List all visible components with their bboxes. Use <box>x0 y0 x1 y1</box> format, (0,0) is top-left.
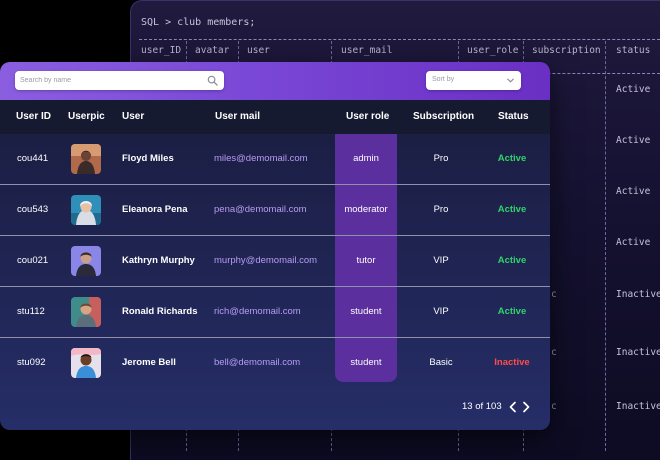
sql-status-value: Active <box>616 186 651 197</box>
sql-status-value: Inactive <box>616 289 660 300</box>
cell-user-mail[interactable]: miles@demomail.com <box>214 153 308 164</box>
cell-user-id: cou441 <box>17 153 49 164</box>
sql-col-user-id: user_ID <box>141 45 182 56</box>
cell-user-id: cou021 <box>17 255 49 266</box>
avatar <box>71 348 101 378</box>
table-header: User ID Userpic User User mail User role… <box>0 100 550 134</box>
header-user-role[interactable]: User role <box>346 111 389 122</box>
cell-user-id: stu112 <box>17 306 45 317</box>
chevron-down-icon <box>507 78 514 83</box>
cell-subscription: VIP <box>433 306 449 317</box>
cell-user-name: Kathryn Murphy <box>122 255 195 266</box>
cell-user-mail[interactable]: pena@demomail.com <box>214 204 307 215</box>
sort-label: Sort by <box>432 76 455 83</box>
sql-status-value: Inactive <box>616 401 660 412</box>
sql-status-value: Active <box>616 237 651 248</box>
sql-col-status: status <box>616 45 651 56</box>
sql-col-subscription: subscription <box>532 45 601 56</box>
avatar <box>71 144 101 174</box>
avatar <box>71 246 101 276</box>
header-user-id[interactable]: User ID <box>16 111 51 122</box>
status-badge: Active <box>497 255 527 266</box>
table-row[interactable]: cou441 Floyd Miles miles@demomail.com ad… <box>0 134 550 185</box>
cell-subscription: Pro <box>433 153 449 164</box>
cell-user-role: student <box>350 357 382 368</box>
cell-user-name: Floyd Miles <box>122 153 174 164</box>
status-badge: Active <box>497 306 527 317</box>
search-icon[interactable] <box>207 75 218 86</box>
search-box[interactable] <box>15 71 224 90</box>
table-row[interactable]: cou543 Eleanora Pena pena@demomail.com m… <box>0 185 550 236</box>
sql-clipped-text: c <box>551 347 557 358</box>
sql-col-user: user <box>247 45 270 56</box>
cell-user-id: stu092 <box>17 357 46 368</box>
members-table-card: Sort by User ID Userpic User User mail U… <box>0 62 550 430</box>
cell-user-role: student <box>350 306 382 317</box>
cell-user-mail[interactable]: rich@demomail.com <box>214 306 301 317</box>
table-row[interactable]: stu092 Jerome Bell bell@demomail.com stu… <box>0 338 550 389</box>
cell-user-id: cou543 <box>17 204 49 215</box>
cell-user-role: moderator <box>344 204 388 215</box>
cell-subscription: Pro <box>433 204 449 215</box>
search-input[interactable] <box>15 71 200 90</box>
sql-divider-top <box>139 39 660 40</box>
status-badge: Inactive <box>494 357 530 368</box>
chevron-right-icon[interactable] <box>521 401 531 413</box>
sql-col-avatar: avatar <box>195 45 230 56</box>
cell-user-mail[interactable]: bell@demomail.com <box>214 357 300 368</box>
cell-user-role: admin <box>353 153 379 164</box>
avatar <box>71 195 101 225</box>
sort-dropdown[interactable]: Sort by <box>426 71 521 90</box>
chevron-left-icon[interactable] <box>508 401 518 413</box>
header-status[interactable]: Status <box>498 111 529 122</box>
pagination-label: 13 of 103 <box>462 401 502 412</box>
status-badge: Active <box>497 204 527 215</box>
table-toolbar: Sort by <box>0 62 550 100</box>
sql-status-value: Active <box>616 84 651 95</box>
avatar <box>71 297 101 327</box>
sql-status-value: Inactive <box>616 347 660 358</box>
cell-user-name: Jerome Bell <box>122 357 176 368</box>
sql-col-user-role: user_role <box>467 45 519 56</box>
header-subscription[interactable]: Subscription <box>413 111 474 122</box>
cell-user-name: Eleanora Pena <box>122 204 188 215</box>
status-badge: Active <box>497 153 527 164</box>
sql-col-user-mail: user_mail <box>341 45 393 56</box>
table-row[interactable]: cou021 Kathryn Murphy murphy@demomail.co… <box>0 236 550 287</box>
sql-clipped-text: c <box>551 289 557 300</box>
sql-status-value: Active <box>616 135 651 146</box>
cell-user-name: Ronald Richards <box>122 306 198 317</box>
header-user[interactable]: User <box>122 111 144 122</box>
cell-subscription: VIP <box>433 255 449 266</box>
cell-subscription: Basic <box>429 357 453 368</box>
header-user-mail[interactable]: User mail <box>215 111 260 122</box>
sql-clipped-text: c <box>551 401 557 412</box>
cell-user-mail[interactable]: murphy@demomail.com <box>214 255 317 266</box>
header-userpic[interactable]: Userpic <box>68 111 105 122</box>
sql-column-separator <box>605 41 606 451</box>
sql-query-title: SQL > club members; <box>141 17 256 28</box>
table-row[interactable]: stu112 Ronald Richards rich@demomail.com… <box>0 287 550 338</box>
cell-user-role: tutor <box>356 255 376 266</box>
